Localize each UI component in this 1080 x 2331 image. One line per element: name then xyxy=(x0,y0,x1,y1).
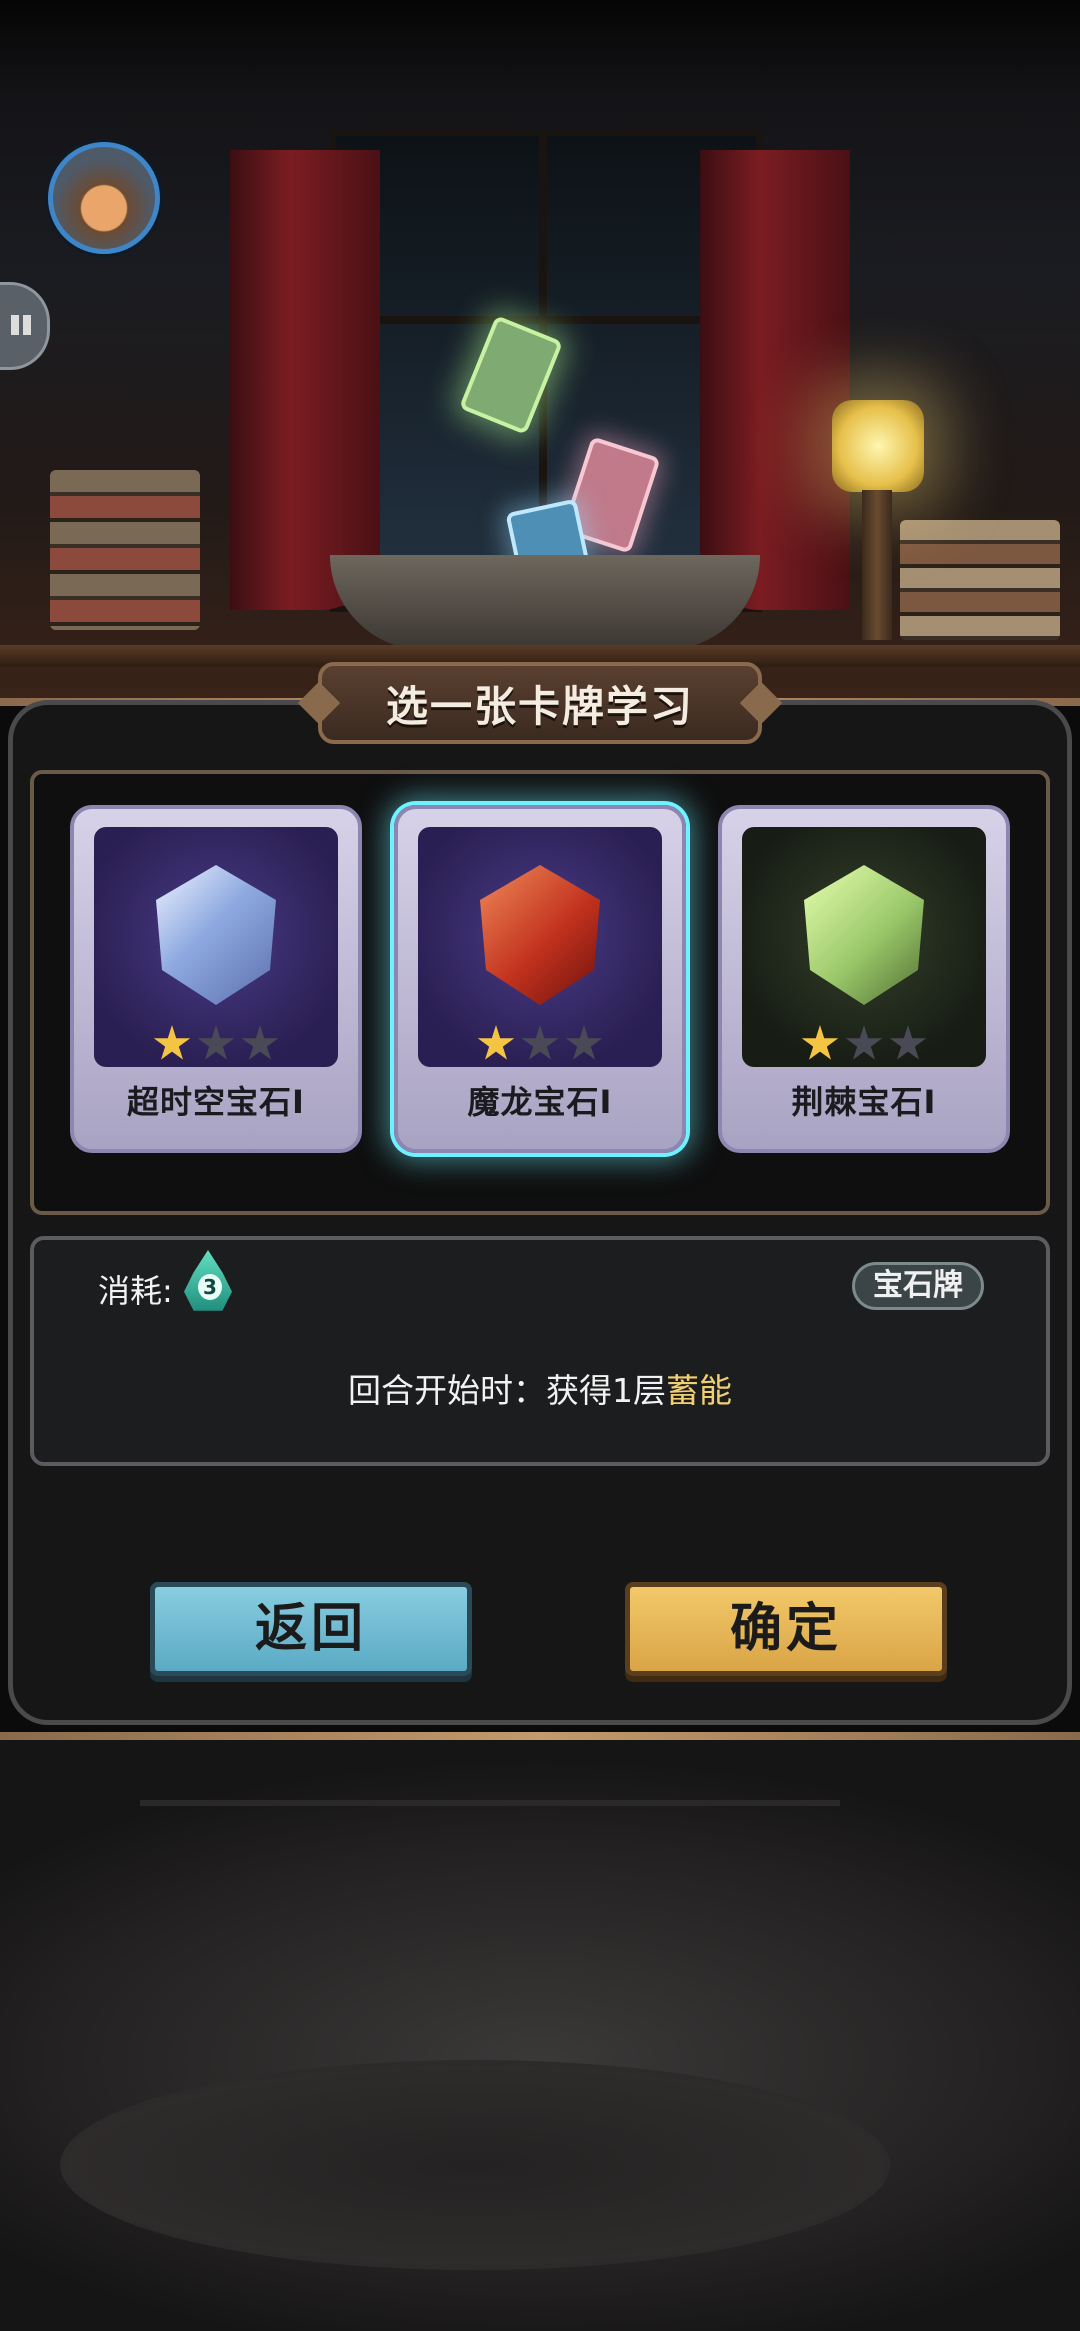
curtain-left xyxy=(230,150,380,610)
star-rating xyxy=(418,1025,662,1063)
green-thorn-gem-icon xyxy=(804,865,924,1005)
book-stack-left xyxy=(50,470,200,630)
blue-gem-icon xyxy=(156,865,276,1005)
star-empty-icon xyxy=(889,1025,927,1060)
floor-crack xyxy=(140,1800,840,1806)
page-title: 选一张卡牌学习 xyxy=(385,681,694,731)
card-option-3[interactable]: 荆棘宝石I xyxy=(718,805,1010,1153)
confirm-button[interactable]: 确定 xyxy=(625,1582,947,1676)
star-empty-icon xyxy=(241,1025,279,1060)
star-filled-icon xyxy=(153,1025,191,1060)
player-avatar[interactable] xyxy=(48,142,160,254)
card-name: 超时空宝石I xyxy=(127,1083,305,1121)
star-empty-icon xyxy=(845,1025,883,1060)
cost-value: 3 xyxy=(198,1274,222,1300)
effect-keyword[interactable]: 蓄能 xyxy=(666,1371,732,1410)
card-name: 荆棘宝石I xyxy=(791,1083,937,1121)
floor-pit xyxy=(60,2060,890,2270)
lamp-stand xyxy=(862,490,892,640)
star-rating xyxy=(94,1025,338,1063)
star-empty-icon xyxy=(197,1025,235,1060)
effect-text: 回合开始时：获得1层 xyxy=(348,1371,666,1410)
star-filled-icon xyxy=(477,1025,515,1060)
card-option-2[interactable]: 魔龙宝石I xyxy=(394,805,686,1153)
card-bowl xyxy=(330,555,760,650)
star-filled-icon xyxy=(801,1025,839,1060)
card-option-1[interactable]: 超时空宝石I xyxy=(70,805,362,1153)
card-effect-text: 回合开始时：获得1层蓄能 xyxy=(0,1364,1080,1412)
cost-label: 消耗: xyxy=(98,1272,173,1310)
back-button[interactable]: 返回 xyxy=(150,1582,472,1676)
book-stack-right xyxy=(900,520,1060,640)
card-art xyxy=(94,827,338,1067)
card-art xyxy=(742,827,986,1067)
star-empty-icon xyxy=(521,1025,559,1060)
card-type-badge: 宝石牌 xyxy=(852,1262,984,1310)
card-art xyxy=(418,827,662,1067)
star-rating xyxy=(742,1025,986,1063)
pause-icon xyxy=(11,315,19,335)
red-dragon-gem-icon xyxy=(480,865,600,1005)
curtain-right xyxy=(700,150,850,610)
star-empty-icon xyxy=(565,1025,603,1060)
lamp-icon xyxy=(832,400,924,492)
card-name: 魔龙宝石I xyxy=(467,1083,613,1121)
title-banner: 选一张卡牌学习 xyxy=(318,662,762,744)
panel-ornament-bottom xyxy=(0,1732,1080,1740)
